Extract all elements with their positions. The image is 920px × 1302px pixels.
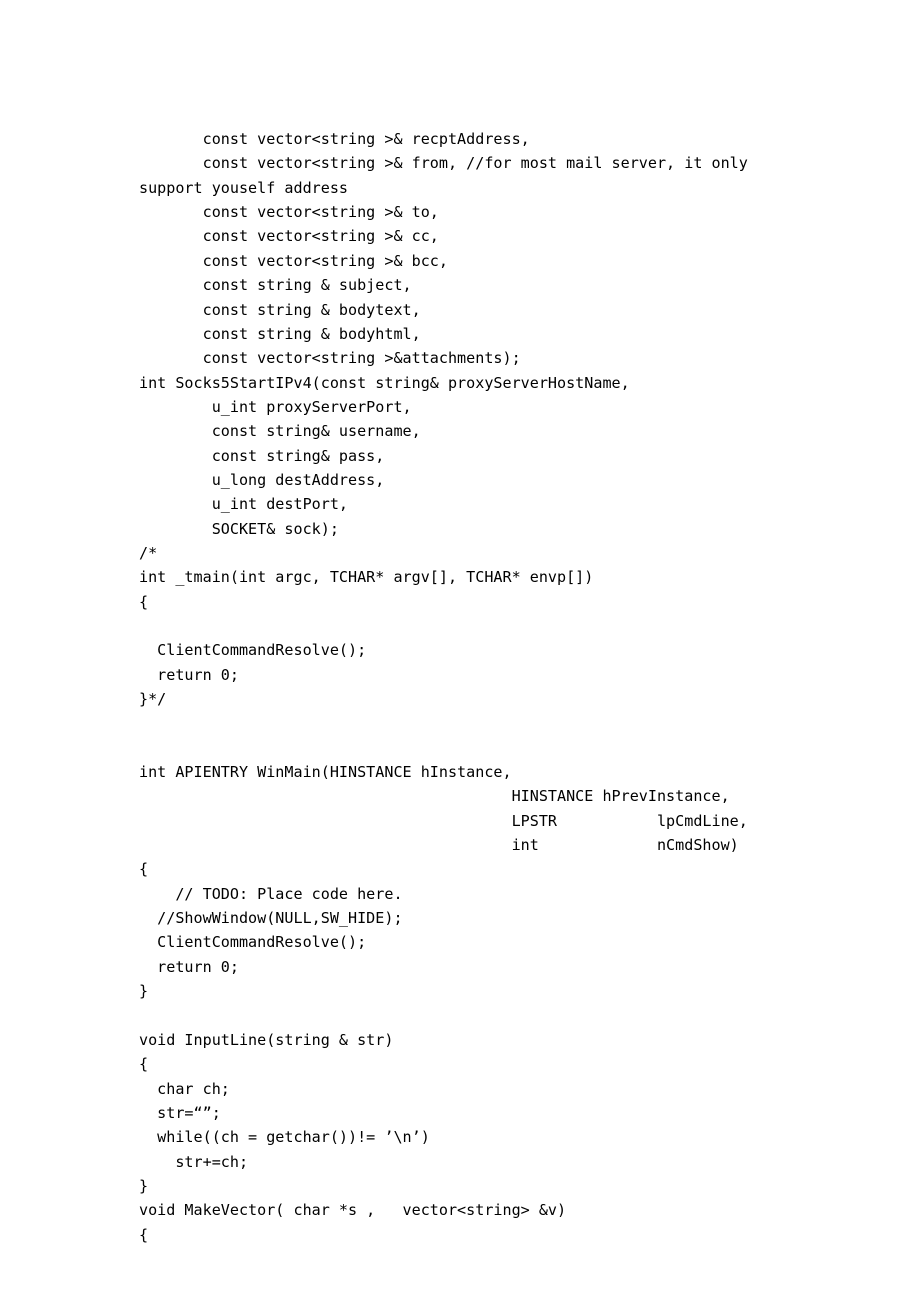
code-line: ClientCommandResolve(); [139,641,367,660]
code-line: const vector<string >& to, [139,203,439,222]
code-line: const vector<string >& bcc, [139,251,448,270]
code-line: { [139,1055,149,1074]
code-line: /* [139,543,158,562]
code-line: u_long destAddress, [139,470,385,489]
code-line: return 0; [139,957,239,976]
code-listing: const vector<string >& recptAddress, con… [139,127,839,1247]
code-line: const vector<string >& recptAddress, [139,130,530,149]
code-line: u_int proxyServerPort, [139,397,412,416]
code-line: str=“”; [139,1103,221,1122]
document-page: const vector<string >& recptAddress, con… [0,0,920,1302]
code-line: void MakeVector( char *s , vector<string… [139,1201,567,1220]
code-line: char ch; [139,1079,230,1098]
code-line: LPSTR lpCmdLine, [139,811,748,830]
code-line: ClientCommandResolve(); [139,933,367,952]
code-line: const vector<string >& from, //for most … [139,154,748,173]
code-line: int nCmdShow) [139,836,739,855]
code-line: const vector<string >& cc, [139,227,439,246]
code-line: int _tmain(int argc, TCHAR* argv[], TCHA… [139,568,594,587]
code-line: } [139,982,149,1001]
code-line: const string & bodyhtml, [139,324,421,343]
code-line: int Socks5StartIPv4(const string& proxyS… [139,373,630,392]
code-line: // TODO: Place code here. [139,884,403,903]
code-line: while((ch = getchar())!= ’\n’) [139,1128,430,1147]
code-line: } [139,1176,149,1195]
code-line: { [139,860,149,879]
code-line: int APIENTRY WinMain(HINSTANCE hInstance… [139,763,512,782]
code-line: HINSTANCE hPrevInstance, [139,787,730,806]
code-line: const string & subject, [139,276,412,295]
code-line: { [139,592,149,611]
code-line: str+=ch; [139,1152,249,1171]
code-line: //ShowWindow(NULL,SW_HIDE); [139,909,403,928]
code-line: return 0; [139,665,239,684]
code-line: void InputLine(string & str) [139,1030,394,1049]
code-line: const vector<string >&attachments); [139,349,521,368]
code-line: { [139,1225,149,1244]
code-line: const string& pass, [139,446,385,465]
code-line: }*/ [139,690,167,708]
code-line: const string & bodytext, [139,300,421,319]
code-line: const string& username, [139,422,421,441]
code-line: u_int destPort, [139,495,349,514]
code-line: support youself address [139,178,349,197]
code-line: SOCKET& sock); [139,519,339,538]
